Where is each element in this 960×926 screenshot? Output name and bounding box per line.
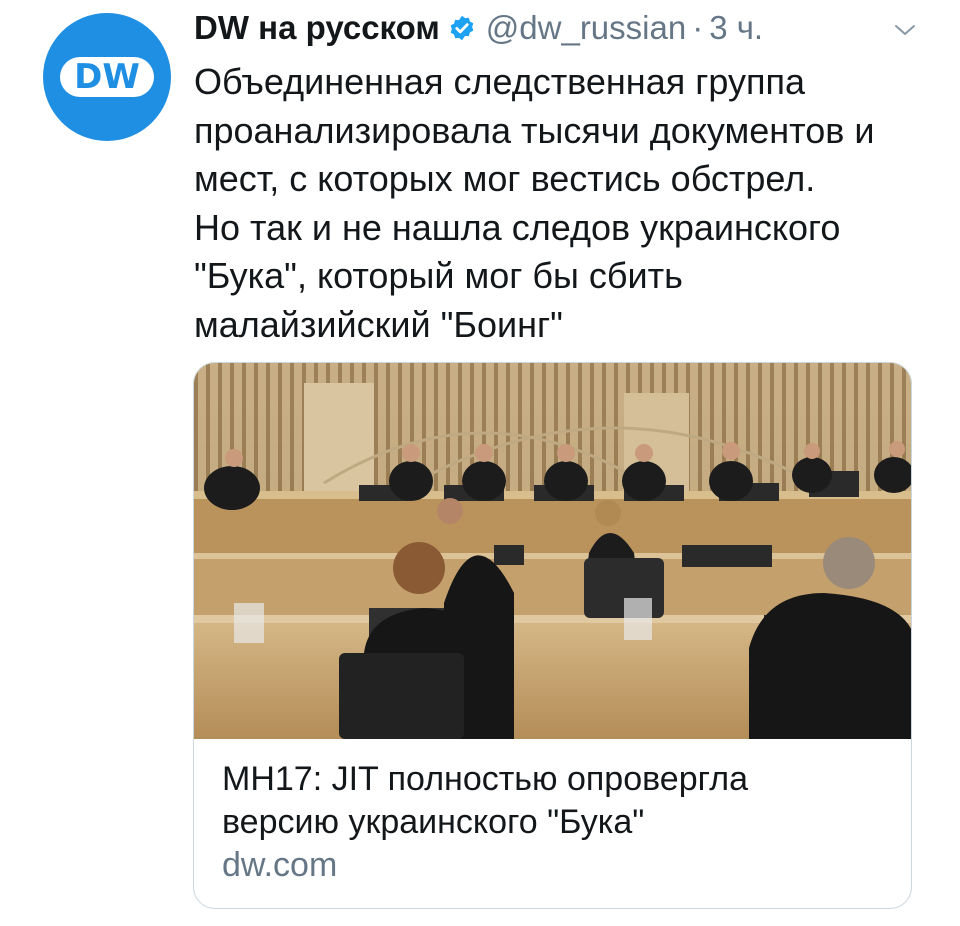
chevron-down-icon[interactable] [893, 20, 917, 40]
link-card[interactable]: MH17: JIT полностью опровергла версию ук… [193, 362, 912, 909]
avatar[interactable]: DW [43, 13, 171, 141]
tweet-text: Объединенная следственная группа проанал… [194, 58, 934, 349]
tweet-text-line: Но так и не нашла следов украинского [194, 206, 841, 248]
courtroom-photo [194, 363, 911, 739]
tweet-header: DW на русском @dw_russian · 3 ч. [194, 6, 934, 50]
verified-badge-icon [450, 15, 474, 41]
card-domain: dw.com [222, 846, 338, 884]
tweet-text-line: Объединенная следственная группа [194, 61, 805, 102]
author-handle[interactable]: @dw_russian [486, 9, 686, 47]
card-title-line: MH17: JIT полностью опровергла [222, 760, 749, 798]
tweet-text-line: малайзийский "Боинг" [194, 303, 563, 345]
card-body: MH17: JIT полностью опровергла версию ук… [222, 758, 902, 887]
separator-dot: · [692, 9, 704, 46]
card-title-line: версию украинского "Бука" [222, 803, 645, 841]
author-name[interactable]: DW на русском [194, 9, 440, 47]
tweet-timestamp[interactable]: 3 ч. [709, 9, 763, 47]
tweet-text-line: мест, с которых мог вестись обстрел. [194, 158, 816, 199]
tweet-text-line: проанализировала тысячи документов и [194, 109, 875, 151]
dw-logo: DW [60, 57, 154, 97]
tweet-text-line: "Бука", который мог бы сбить [194, 255, 683, 296]
card-title: MH17: JIT полностью опровергла версию ук… [222, 758, 902, 844]
